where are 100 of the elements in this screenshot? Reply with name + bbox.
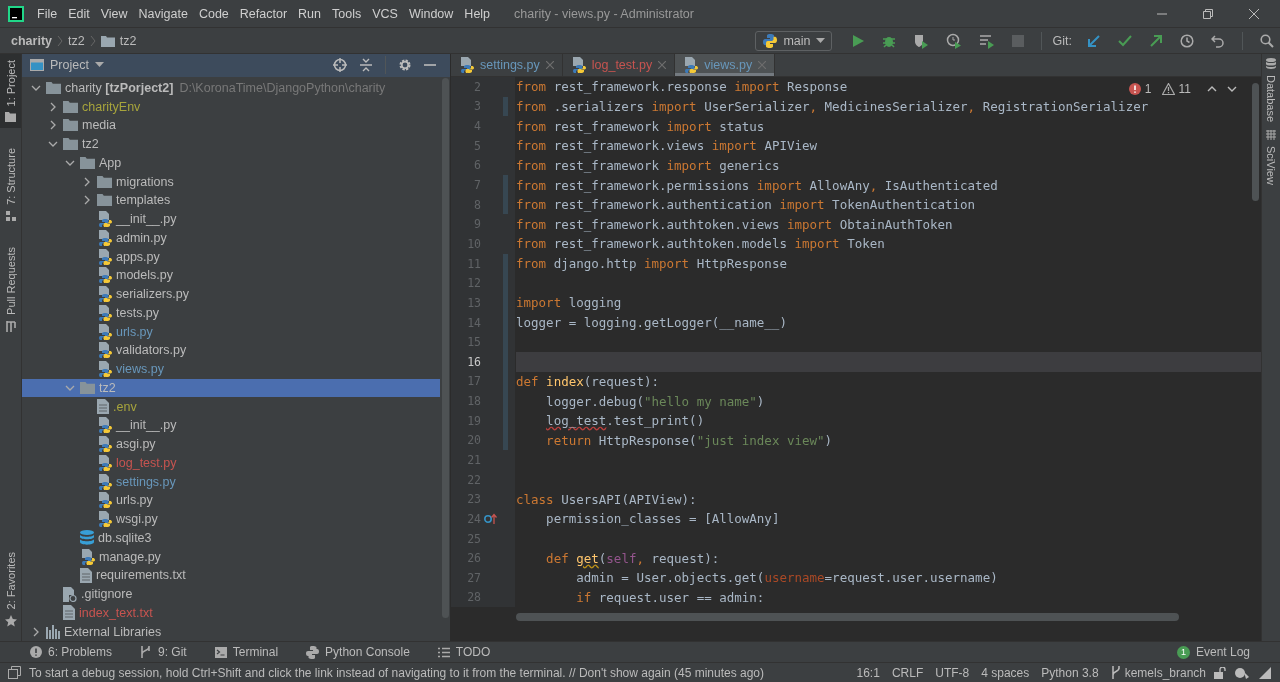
locate-icon[interactable]	[333, 58, 347, 73]
status-item[interactable]: Python 3.8	[1041, 665, 1099, 680]
menu-item[interactable]: Help	[459, 6, 497, 21]
tree-item[interactable]: charityEnv	[22, 97, 440, 116]
chevron-right-icon[interactable]	[31, 626, 41, 637]
menu-item[interactable]: Code	[193, 6, 235, 21]
breadcrumb[interactable]: tz2	[119, 33, 137, 48]
run-list-icon[interactable]	[978, 32, 995, 49]
window-icon[interactable]	[8, 666, 21, 679]
git-branch-button[interactable]: kemels_branch	[1110, 665, 1206, 680]
change-marker[interactable]	[503, 96, 508, 117]
tree-item[interactable]: wsgi.py	[22, 509, 440, 529]
override-marker-icon[interactable]	[484, 512, 498, 525]
change-marker[interactable]	[503, 253, 508, 274]
run-icon[interactable]	[850, 33, 865, 48]
tree-item[interactable]: urls.py	[22, 491, 440, 510]
tree-item[interactable]: App	[22, 153, 440, 173]
clock-icon[interactable]	[1180, 33, 1194, 48]
lock-icon[interactable]	[1214, 666, 1226, 679]
tree-item[interactable]: models.py	[22, 266, 440, 285]
tree-item[interactable]: admin.py	[22, 228, 440, 248]
tree-item[interactable]: serializers.py	[22, 284, 440, 304]
menu-item[interactable]: Run	[293, 6, 327, 21]
change-marker[interactable]	[503, 430, 508, 451]
run-configuration-dropdown[interactable]: main	[755, 30, 832, 51]
coverage-icon[interactable]	[912, 32, 929, 49]
tree-item[interactable]: requirements.txt	[22, 566, 440, 585]
code-line: log_test.test_print()	[545, 413, 705, 429]
chevron-up-icon[interactable]	[1207, 85, 1217, 93]
scrollbar[interactable]	[1252, 83, 1259, 201]
menu-item[interactable]: Refactor	[234, 6, 294, 21]
tree-item[interactable]: migrations	[22, 172, 440, 191]
menu-item[interactable]: Tools	[327, 6, 368, 21]
chevron-down-icon[interactable]	[1227, 85, 1237, 93]
check-icon[interactable]	[1118, 33, 1132, 48]
tree-item[interactable]: urls.py	[22, 322, 440, 341]
tool-window-button[interactable]: 6: Problems	[30, 645, 113, 659]
project-view-dropdown[interactable]: Project	[30, 58, 104, 73]
change-marker[interactable]	[503, 175, 508, 195]
menu-item[interactable]: VCS	[367, 6, 404, 21]
tree-item[interactable]: apps.py	[22, 247, 440, 266]
tool-window-button[interactable]: 7: Structure	[0, 142, 21, 228]
tool-window-button[interactable]: Database	[1262, 58, 1280, 123]
status-item[interactable]: 16:1	[856, 665, 880, 680]
tree-item[interactable]: db.sqlite3	[22, 528, 440, 548]
tool-window-button[interactable]: Python Console	[306, 645, 410, 659]
chevron-right-icon[interactable]	[48, 101, 58, 112]
profiler-icon[interactable]	[945, 32, 962, 49]
tool-window-button[interactable]: 9: Git	[140, 645, 187, 659]
settings-icon[interactable]	[398, 58, 412, 73]
tree-item[interactable]: charity [tzPorject2] D:\KoronaTime\DjangoPython\charity	[22, 78, 440, 98]
tree-item[interactable]: views.py	[22, 359, 440, 379]
menu-item[interactable]: Edit	[63, 6, 96, 21]
search-icon[interactable]	[1260, 33, 1274, 48]
tree-item[interactable]: .gitignore	[22, 584, 440, 604]
change-marker[interactable]	[503, 194, 508, 215]
tool-window-button[interactable]: TODO	[437, 645, 491, 659]
close-icon[interactable]	[1248, 7, 1260, 20]
tree-item[interactable]: validators.py	[22, 341, 440, 360]
tree-item[interactable]: tests.py	[22, 303, 440, 323]
status-item[interactable]: 4 spaces	[981, 665, 1030, 680]
chevron-right-icon[interactable]	[48, 120, 58, 131]
tool-window-button[interactable]: Terminal	[214, 645, 279, 659]
menu-item[interactable]: Window	[403, 6, 460, 21]
chevron-right-icon[interactable]	[82, 195, 92, 206]
memory-icon[interactable]	[1258, 665, 1272, 680]
tree-item[interactable]: templates	[22, 191, 440, 210]
tool-window-button[interactable]: 2: Favorites	[0, 545, 21, 633]
warning-icon[interactable]	[1161, 83, 1175, 95]
editor-tab[interactable]: settings.py	[451, 54, 563, 76]
tree-item[interactable]: asgi.py	[22, 434, 440, 454]
tree-item[interactable]: __init__.py	[22, 209, 440, 229]
breadcrumb[interactable]: charity	[11, 33, 52, 48]
tree-item[interactable]: __init__.py	[22, 416, 440, 435]
tool-window-button[interactable]: 1: Project	[0, 54, 21, 129]
restore-icon[interactable]	[1202, 7, 1214, 20]
collapse-all-icon[interactable]	[359, 58, 373, 73]
status-item[interactable]: CRLF	[891, 665, 924, 680]
undo-icon[interactable]	[1211, 33, 1225, 48]
tree-item[interactable]: tz2	[22, 134, 440, 154]
tree-item[interactable]: .env	[22, 397, 440, 416]
tool-window-button[interactable]: Pull Requests	[0, 241, 21, 339]
status-item[interactable]: UTF-8	[935, 665, 970, 680]
scrollbar[interactable]	[442, 78, 449, 618]
tree-item[interactable]: External Libraries	[22, 622, 440, 641]
event-log-button[interactable]: 1 Event Log	[1176, 645, 1250, 659]
inspector-icon[interactable]	[1234, 665, 1250, 680]
breadcrumb[interactable]: tz2	[68, 33, 85, 48]
error-icon[interactable]	[1128, 83, 1141, 95]
tool-window-button[interactable]: SciView	[1262, 130, 1280, 186]
scrollbar[interactable]	[516, 613, 1179, 622]
menu-item[interactable]: File	[32, 6, 64, 21]
arrow-down-left-icon[interactable]	[1087, 33, 1101, 48]
arrow-up-right-icon[interactable]	[1149, 33, 1163, 48]
menu-item[interactable]: Navigate	[133, 6, 194, 21]
tree-item[interactable]: manage.py	[22, 547, 440, 566]
tree-item[interactable]: settings.py	[22, 472, 440, 491]
chevron-right-icon[interactable]	[82, 176, 92, 187]
tree-item[interactable]: media	[22, 116, 440, 135]
menu-item[interactable]: View	[95, 6, 134, 21]
